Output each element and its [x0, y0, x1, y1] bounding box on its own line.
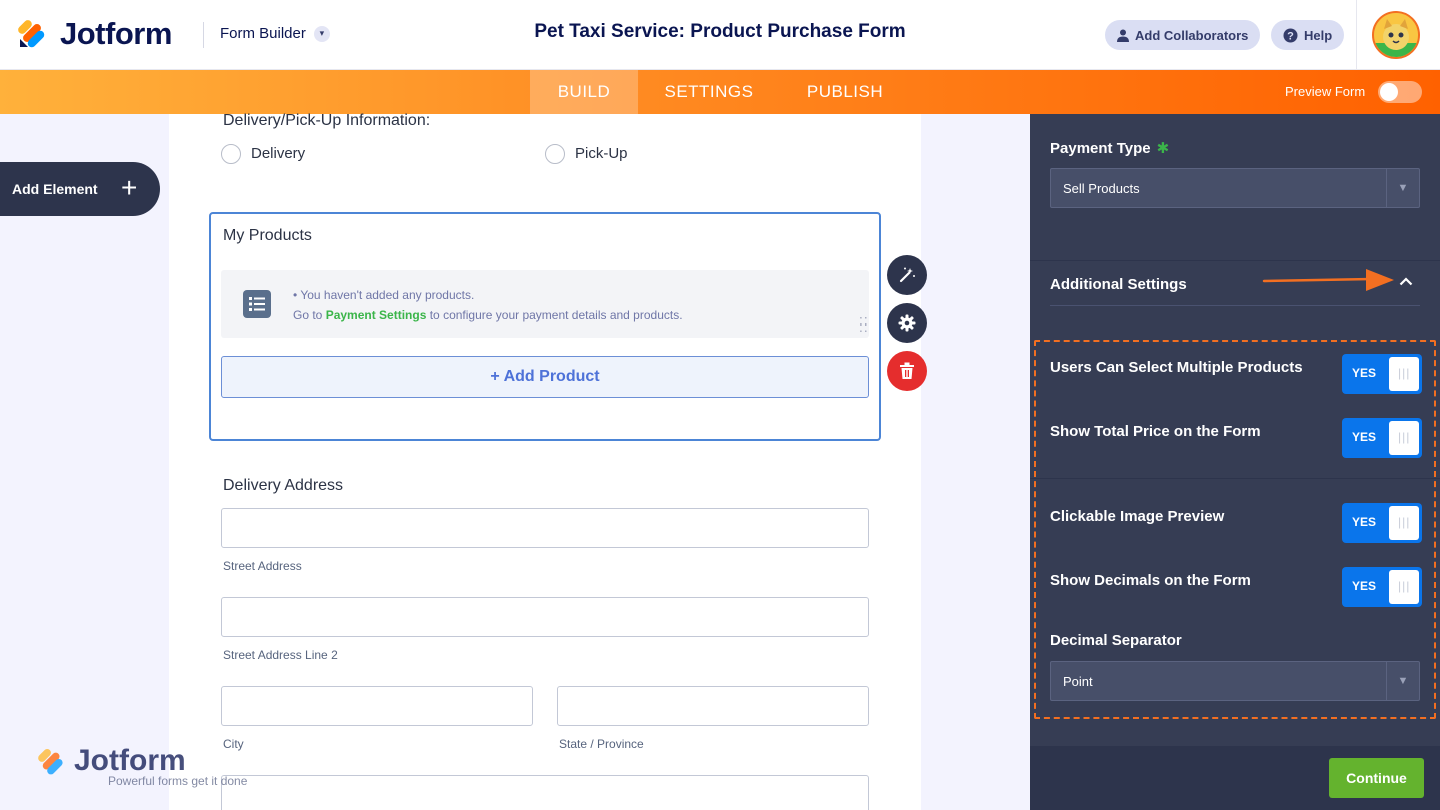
toggle-knob — [1389, 421, 1419, 455]
state-input[interactable] — [557, 686, 869, 726]
payment-type-label: Payment Type ✱ — [1050, 139, 1169, 157]
radio-delivery-label: Delivery — [251, 145, 306, 162]
notice-line1: You haven't added any products. — [300, 288, 475, 302]
notice-text-no-products: • You haven't added any products. — [293, 288, 475, 302]
street-address-input[interactable] — [221, 508, 869, 548]
toggle-knob — [1389, 357, 1419, 391]
my-products-title: My Products — [223, 227, 312, 244]
dropdown-arrow-icon: ▼ — [1386, 662, 1419, 700]
svg-text:?: ? — [1287, 30, 1294, 42]
add-collaborators-button[interactable]: Add Collaborators — [1105, 20, 1261, 50]
form-builder-dropdown[interactable]: Form Builder ▾ — [220, 25, 330, 42]
radio-pickup[interactable] — [545, 144, 565, 164]
header-divider — [203, 22, 204, 48]
magic-wand-icon — [899, 267, 915, 283]
delivery-address-title: Delivery Address — [223, 477, 344, 494]
street-address-line2-sublabel: Street Address Line 2 — [223, 648, 338, 662]
setting-show-decimals-label: Show Decimals on the Form — [1050, 572, 1251, 589]
postal-code-input[interactable] — [221, 775, 869, 810]
watermark-title: Jotform — [74, 744, 186, 777]
annotation-arrow-icon — [1262, 269, 1394, 291]
jotform-watermark-icon — [38, 749, 63, 775]
jotform-logo-icon — [18, 20, 45, 48]
logo-text: Jotform — [60, 16, 172, 51]
magic-wand-button[interactable] — [887, 255, 927, 295]
preview-form-toggle[interactable] — [1378, 81, 1422, 103]
panel-divider — [1050, 305, 1420, 306]
radio-delivery[interactable] — [221, 144, 241, 164]
setting-total-price-label: Show Total Price on the Form — [1050, 423, 1261, 440]
city-input[interactable] — [221, 686, 533, 726]
header-divider-right — [1356, 0, 1357, 70]
delete-field-button[interactable] — [887, 351, 927, 391]
add-product-button[interactable]: + Add Product — [221, 356, 869, 398]
payment-settings-link[interactable]: Payment Settings — [326, 308, 427, 322]
field-settings-button[interactable] — [887, 303, 927, 343]
total-price-toggle[interactable]: YES — [1342, 418, 1422, 458]
toggle-yes-label: YES — [1352, 366, 1377, 380]
form-builder-label: Form Builder — [220, 25, 306, 42]
notice-text-configure: Go to Payment Settings to configure your… — [293, 308, 683, 322]
decimal-separator-select[interactable]: Point ▼ — [1050, 661, 1420, 701]
chevron-up-icon[interactable] — [1396, 271, 1416, 291]
jotform-watermark: Jotform Powerful forms get it done — [38, 746, 247, 788]
notice-suffix: to configure your payment details and pr… — [426, 308, 683, 322]
payment-type-value: Sell Products — [1063, 180, 1140, 196]
required-asterisk-icon: ✱ — [1156, 140, 1170, 157]
list-icon — [243, 290, 271, 318]
panel-divider — [1030, 478, 1440, 479]
show-decimals-toggle[interactable]: YES — [1342, 567, 1422, 607]
dropdown-arrow-icon: ▼ — [1386, 169, 1419, 207]
toggle-yes-label: YES — [1352, 515, 1377, 529]
radio-pickup-label: Pick-Up — [575, 145, 628, 162]
help-icon: ? — [1283, 28, 1298, 42]
tab-settings[interactable]: SETTINGS — [645, 70, 773, 114]
continue-button[interactable]: Continue — [1329, 758, 1424, 798]
gear-icon — [898, 314, 916, 332]
delivery-question-label: Delivery/Pick-Up Information: — [223, 112, 431, 129]
street-address-sublabel: Street Address — [223, 559, 302, 573]
help-button[interactable]: ? Help — [1271, 20, 1345, 50]
notice-prefix: Go to — [293, 308, 326, 322]
user-icon — [1117, 29, 1129, 42]
add-collaborators-label: Add Collaborators — [1135, 27, 1249, 43]
add-element-button[interactable]: Add Element + — [0, 162, 160, 216]
watermark-tagline: Powerful forms get it done — [108, 774, 248, 788]
multiple-products-toggle[interactable]: YES — [1342, 354, 1422, 394]
add-element-label: Add Element — [12, 181, 98, 197]
toggle-yes-label: YES — [1352, 579, 1377, 593]
tab-publish[interactable]: PUBLISH — [790, 70, 900, 114]
decimal-separator-value: Point — [1063, 673, 1093, 689]
jotform-logo[interactable]: Jotform — [18, 16, 172, 52]
plus-icon: + — [121, 172, 138, 203]
preview-form-label: Preview Form — [1285, 84, 1366, 99]
form-title[interactable]: Pet Taxi Service: Product Purchase Form — [420, 21, 1020, 43]
avatar[interactable] — [1372, 11, 1420, 59]
image-preview-toggle[interactable]: YES — [1342, 503, 1422, 543]
setting-image-preview-label: Clickable Image Preview — [1050, 508, 1225, 525]
toggle-knob — [1389, 570, 1419, 604]
products-notice — [221, 270, 869, 338]
podo-avatar-icon — [1374, 13, 1418, 57]
additional-settings-label[interactable]: Additional Settings — [1050, 276, 1187, 293]
street-address-line2-input[interactable] — [221, 597, 869, 637]
drag-handle-icon[interactable]: ⁚⁚ ⁚⁚ — [859, 316, 869, 334]
state-sublabel: State / Province — [559, 737, 644, 751]
panel-divider — [1030, 260, 1440, 261]
payment-type-select[interactable]: Sell Products ▼ — [1050, 168, 1420, 208]
help-label: Help — [1304, 27, 1333, 43]
setting-multiple-products-label: Users Can Select Multiple Products — [1050, 359, 1303, 376]
toggle-knob — [1389, 506, 1419, 540]
chevron-down-icon: ▾ — [313, 25, 330, 42]
payment-type-text: Payment Type — [1050, 140, 1151, 157]
toggle-yes-label: YES — [1352, 430, 1377, 444]
decimal-separator-label: Decimal Separator — [1050, 632, 1182, 649]
tab-build[interactable]: BUILD — [530, 70, 638, 114]
builder-nav-bar: BUILD SETTINGS PUBLISH Preview Form — [0, 70, 1440, 114]
trash-icon — [900, 362, 914, 379]
